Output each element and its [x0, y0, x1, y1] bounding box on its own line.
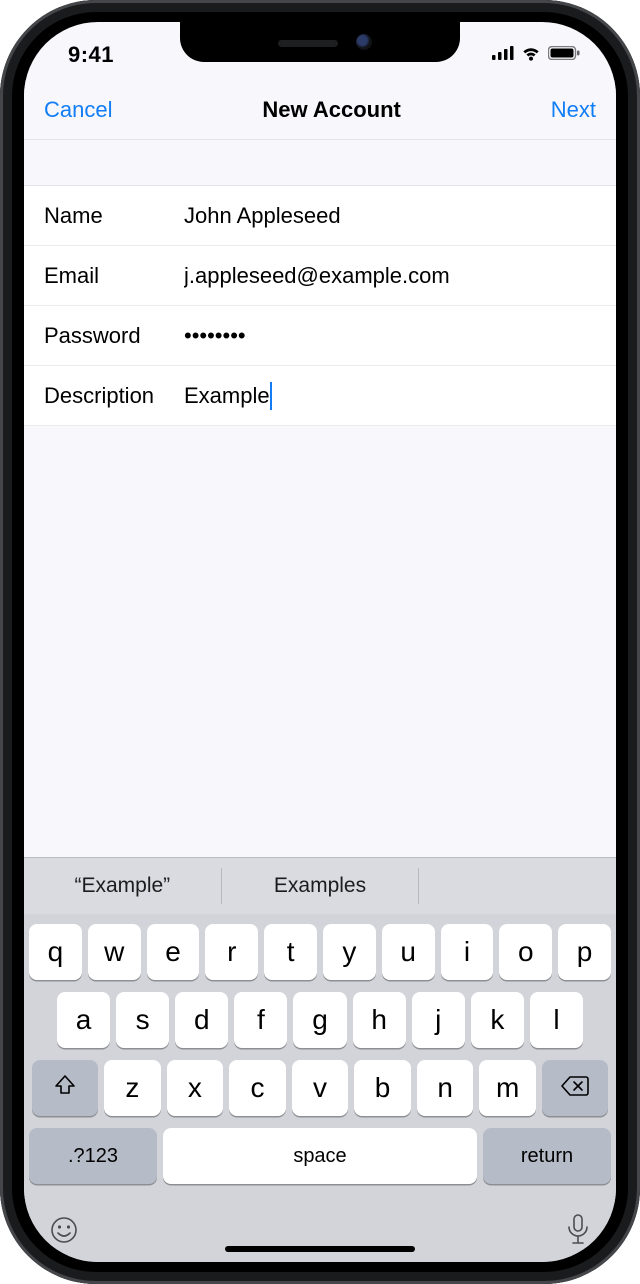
key-o[interactable]: o	[499, 924, 552, 980]
emoji-key[interactable]	[48, 1214, 80, 1251]
notch	[180, 22, 460, 62]
description-field[interactable]	[184, 383, 596, 409]
email-label: Email	[44, 263, 184, 289]
key-v[interactable]: v	[292, 1060, 349, 1116]
nav-bar: Cancel New Account Next	[24, 80, 616, 140]
page-title: New Account	[262, 97, 401, 123]
section-gap	[24, 140, 616, 186]
key-z[interactable]: z	[104, 1060, 161, 1116]
key-e[interactable]: e	[147, 924, 200, 980]
backspace-icon	[561, 1072, 589, 1104]
key-t[interactable]: t	[264, 924, 317, 980]
key-y[interactable]: y	[323, 924, 376, 980]
name-field[interactable]	[184, 203, 596, 229]
keyboard: “Example” Examples qwertyuiop asdfghjkl …	[24, 857, 616, 1262]
wifi-icon	[520, 45, 542, 66]
key-i[interactable]: i	[441, 924, 494, 980]
key-b[interactable]: b	[354, 1060, 411, 1116]
key-u[interactable]: u	[382, 924, 435, 980]
home-indicator[interactable]	[225, 1246, 415, 1252]
key-a[interactable]: a	[57, 992, 110, 1048]
key-k[interactable]: k	[471, 992, 524, 1048]
key-j[interactable]: j	[412, 992, 465, 1048]
return-key[interactable]: return	[483, 1128, 611, 1184]
text-cursor	[270, 382, 272, 410]
suggestion-3[interactable]	[419, 858, 616, 914]
password-label: Password	[44, 323, 184, 349]
key-c[interactable]: c	[229, 1060, 286, 1116]
suggestion-2[interactable]: Examples	[222, 858, 419, 914]
shift-icon	[53, 1072, 77, 1104]
cellular-icon	[492, 46, 514, 65]
password-field[interactable]	[184, 323, 596, 349]
key-l[interactable]: l	[530, 992, 583, 1048]
suggestion-bar: “Example” Examples	[24, 858, 616, 914]
description-label: Description	[44, 383, 184, 409]
key-r[interactable]: r	[205, 924, 258, 980]
suggestion-1[interactable]: “Example”	[24, 858, 221, 914]
form-row-password: Password	[24, 306, 616, 366]
next-button[interactable]: Next	[551, 97, 596, 123]
key-q[interactable]: q	[29, 924, 82, 980]
cancel-button[interactable]: Cancel	[44, 97, 112, 123]
key-f[interactable]: f	[234, 992, 287, 1048]
key-d[interactable]: d	[175, 992, 228, 1048]
key-g[interactable]: g	[293, 992, 346, 1048]
key-x[interactable]: x	[167, 1060, 224, 1116]
key-m[interactable]: m	[479, 1060, 536, 1116]
form-row-description: Description Example	[24, 366, 616, 426]
key-h[interactable]: h	[353, 992, 406, 1048]
key-w[interactable]: w	[88, 924, 141, 980]
battery-icon	[548, 46, 580, 65]
account-form: Name Email Password Description Example	[24, 186, 616, 426]
email-field[interactable]	[184, 263, 596, 289]
shift-key[interactable]	[32, 1060, 98, 1116]
screen: 9:41 Cancel New Account Next Name Email	[24, 22, 616, 1262]
status-time: 9:41	[68, 42, 114, 68]
name-label: Name	[44, 203, 184, 229]
dictation-key[interactable]	[564, 1213, 592, 1252]
form-row-email: Email	[24, 246, 616, 306]
key-n[interactable]: n	[417, 1060, 474, 1116]
key-s[interactable]: s	[116, 992, 169, 1048]
form-row-name: Name	[24, 186, 616, 246]
backspace-key[interactable]	[542, 1060, 608, 1116]
numbers-key[interactable]: .?123	[29, 1128, 157, 1184]
space-key[interactable]: space	[163, 1128, 477, 1184]
key-p[interactable]: p	[558, 924, 611, 980]
